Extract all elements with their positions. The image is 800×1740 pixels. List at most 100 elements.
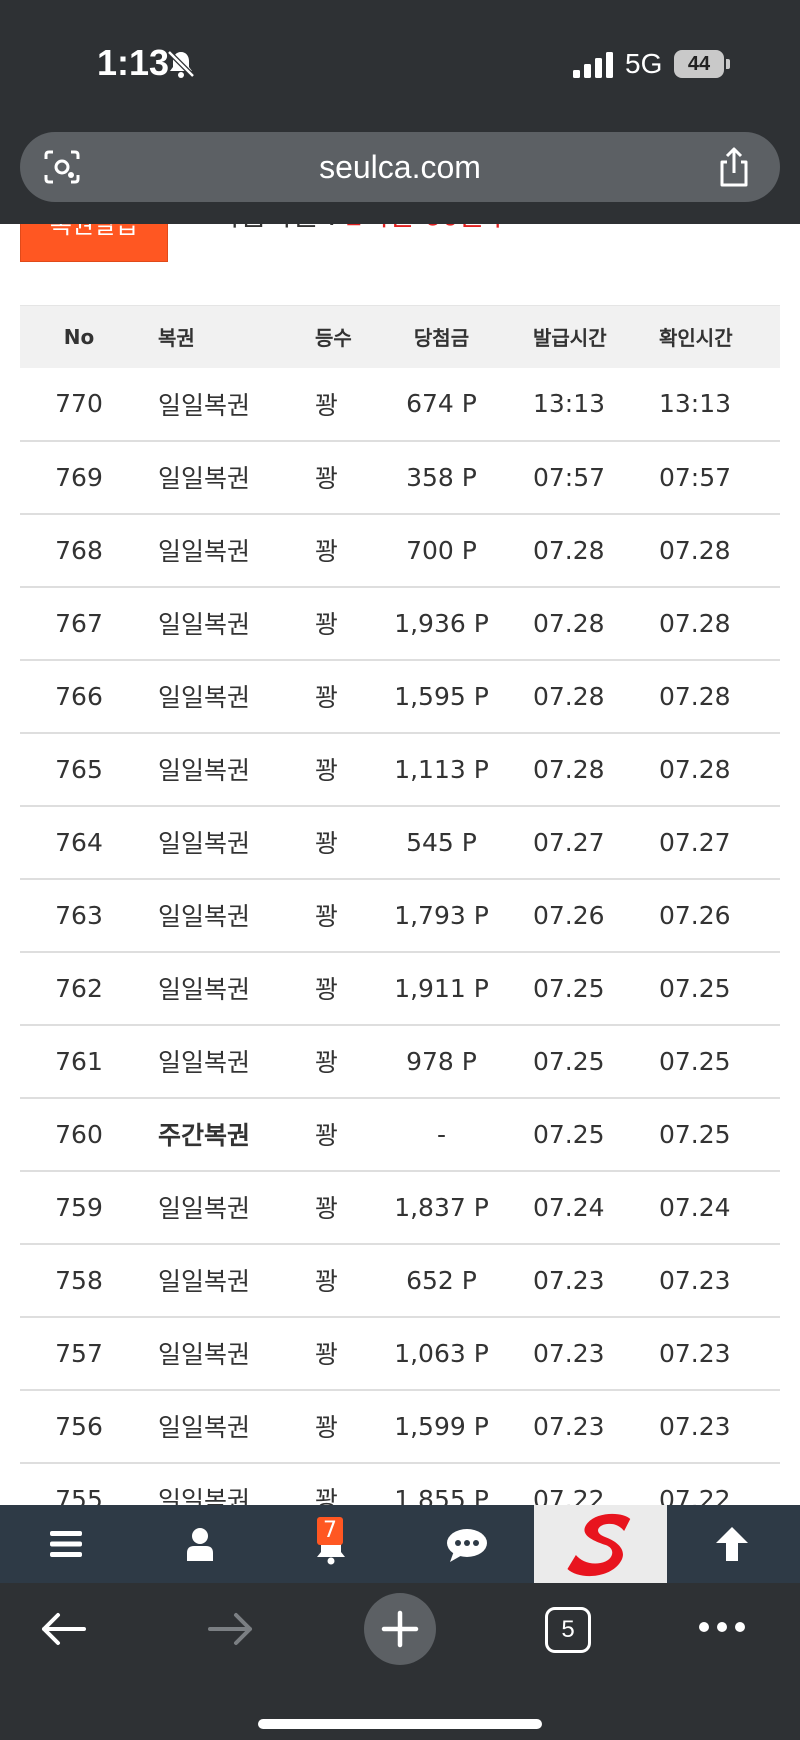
cell-lottery: 일일복권 [138, 659, 285, 734]
cell-prize: 1,595 P [375, 659, 508, 734]
cell-checked-time: 07.25 [634, 1024, 780, 1099]
address-bar[interactable]: seulca.com [20, 132, 780, 202]
more-icon[interactable] [698, 1621, 746, 1633]
cell-no: 756 [20, 1389, 138, 1464]
cell-lottery: 일일복권 [138, 1316, 285, 1391]
table-row: 769 일일복권 꽝 358 P 07:57 07:57 [20, 440, 780, 515]
cell-no: 759 [20, 1170, 138, 1245]
cell-checked-time: 07.26 [634, 878, 780, 953]
browser-top-chrome: 1:13 5G 44 seulca.com [0, 0, 800, 224]
cell-prize: 545 P [375, 805, 508, 880]
table-row: 760 주간복권 꽝 -07.25 07.25 [20, 1097, 780, 1172]
user-icon[interactable] [185, 1527, 215, 1561]
silent-bell-icon [167, 50, 195, 78]
forward-arrow-icon[interactable] [208, 1611, 254, 1647]
cell-no: 761 [20, 1024, 138, 1099]
arrow-up-icon[interactable] [714, 1525, 750, 1563]
cell-checked-time: 07.28 [634, 732, 780, 807]
cell-checked-time: 07.23 [634, 1316, 780, 1391]
cell-lottery: 일일복권 [138, 586, 285, 661]
cell-lottery: 일일복권 [138, 951, 285, 1026]
cell-lottery: 일일복권 [138, 732, 285, 807]
status-bar: 1:13 5G 44 [0, 0, 800, 130]
cell-no: 770 [20, 367, 138, 442]
cell-no: 758 [20, 1243, 138, 1318]
table-row: 764 일일복권 꽝 545 P 07.27 07.27 [20, 805, 780, 880]
cell-rank: 꽝 [285, 1097, 375, 1172]
url-text[interactable]: seulca.com [20, 132, 780, 202]
lottery-history-table: No 복권 등수 당첨금 발급시간 확인시간 770 일일복권 꽝 674 P 13:1… [20, 305, 780, 1537]
cell-prize: 1,063 P [375, 1316, 508, 1391]
cell-issued-time: 07.24 [508, 1170, 634, 1245]
chat-icon[interactable] [446, 1527, 488, 1563]
notification-badge: 7 [317, 1517, 343, 1545]
cell-checked-time: 13:13 [634, 367, 780, 442]
cell-rank: 꽝 [285, 513, 375, 588]
table-row: 768 일일복권 꽝 700 P 07.28 07.28 [20, 513, 780, 588]
cell-issued-time: 07.28 [508, 586, 634, 661]
header-rank: 등수 [285, 305, 375, 368]
cell-no: 757 [20, 1316, 138, 1391]
site-logo-button[interactable] [534, 1505, 667, 1583]
cell-rank: 꽝 [285, 659, 375, 734]
cell-no: 766 [20, 659, 138, 734]
cell-prize: 1,936 P [375, 586, 508, 661]
cell-prize: 358 P [375, 440, 508, 515]
table-row: 770 일일복권 꽝 674 P 13:13 13:13 [20, 367, 780, 442]
header-lottery: 복권 [138, 305, 285, 368]
cell-issued-time: 07:57 [508, 440, 634, 515]
share-icon[interactable] [716, 146, 752, 188]
cell-rank: 꽝 [285, 732, 375, 807]
cell-issued-time: 07.28 [508, 513, 634, 588]
table-row: 757 일일복권 꽝 1,063 P 07.23 07.23 [20, 1316, 780, 1391]
browser-bottom-chrome: 5 [0, 1583, 800, 1740]
table-row: 766 일일복권 꽝 1,595 P 07.28 07.28 [20, 659, 780, 734]
cell-rank: 꽝 [285, 1024, 375, 1099]
cell-lottery: 일일복권 [138, 1243, 285, 1318]
menu-icon[interactable] [48, 1529, 84, 1559]
cell-issued-time: 07.23 [508, 1389, 634, 1464]
cell-issued-time: 07.28 [508, 659, 634, 734]
cell-rank: 꽝 [285, 586, 375, 661]
cell-checked-time: 07.24 [634, 1170, 780, 1245]
cell-rank: 꽝 [285, 805, 375, 880]
table-header-row: No 복권 등수 당첨금 발급시간 확인시간 [20, 305, 780, 368]
cell-lottery: 주간복권 [138, 1097, 285, 1172]
table-row: 756 일일복권 꽝 1,599 P 07.23 07.23 [20, 1389, 780, 1464]
cell-checked-time: 07.27 [634, 805, 780, 880]
header-no: No [20, 305, 138, 368]
battery-indicator: 44 [674, 50, 730, 78]
cell-rank: 꽝 [285, 440, 375, 515]
cell-rank: 꽝 [285, 1389, 375, 1464]
plus-icon [381, 1610, 419, 1648]
table-row: 759 일일복권 꽝 1,837 P 07.24 07.24 [20, 1170, 780, 1245]
cell-prize: 1,113 P [375, 732, 508, 807]
tabs-button[interactable]: 5 [545, 1607, 591, 1653]
cell-lottery: 일일복권 [138, 1024, 285, 1099]
back-arrow-icon[interactable] [40, 1611, 86, 1647]
table-row: 763 일일복권 꽝 1,793 P 07.26 07.26 [20, 878, 780, 953]
cell-lottery: 일일복권 [138, 367, 285, 442]
header-checked-time: 확인시간 [634, 305, 780, 368]
cell-issued-time: 07.25 [508, 951, 634, 1026]
table-row: 762 일일복권 꽝 1,911 P 07.25 07.25 [20, 951, 780, 1026]
cell-checked-time: 07.28 [634, 659, 780, 734]
cell-checked-time: 07.25 [634, 1097, 780, 1172]
cell-prize: 700 P [375, 513, 508, 588]
site-logo-icon [567, 1513, 631, 1576]
new-tab-button[interactable] [364, 1593, 436, 1665]
table-row: 758 일일복권 꽝 652 P 07.23 07.23 [20, 1243, 780, 1318]
cell-issued-time: 13:13 [508, 367, 634, 442]
cell-checked-time: 07:57 [634, 440, 780, 515]
cell-no: 763 [20, 878, 138, 953]
cell-rank: 꽝 [285, 1316, 375, 1391]
cell-rank: 꽝 [285, 951, 375, 1026]
cell-issued-time: 07.27 [508, 805, 634, 880]
cell-rank: 꽝 [285, 1243, 375, 1318]
cell-prize: 1,911 P [375, 951, 508, 1026]
cell-no: 764 [20, 805, 138, 880]
cell-no: 765 [20, 732, 138, 807]
battery-level: 44 [687, 53, 711, 75]
cell-checked-time: 07.23 [634, 1243, 780, 1318]
header-prize: 당첨금 [375, 305, 508, 368]
